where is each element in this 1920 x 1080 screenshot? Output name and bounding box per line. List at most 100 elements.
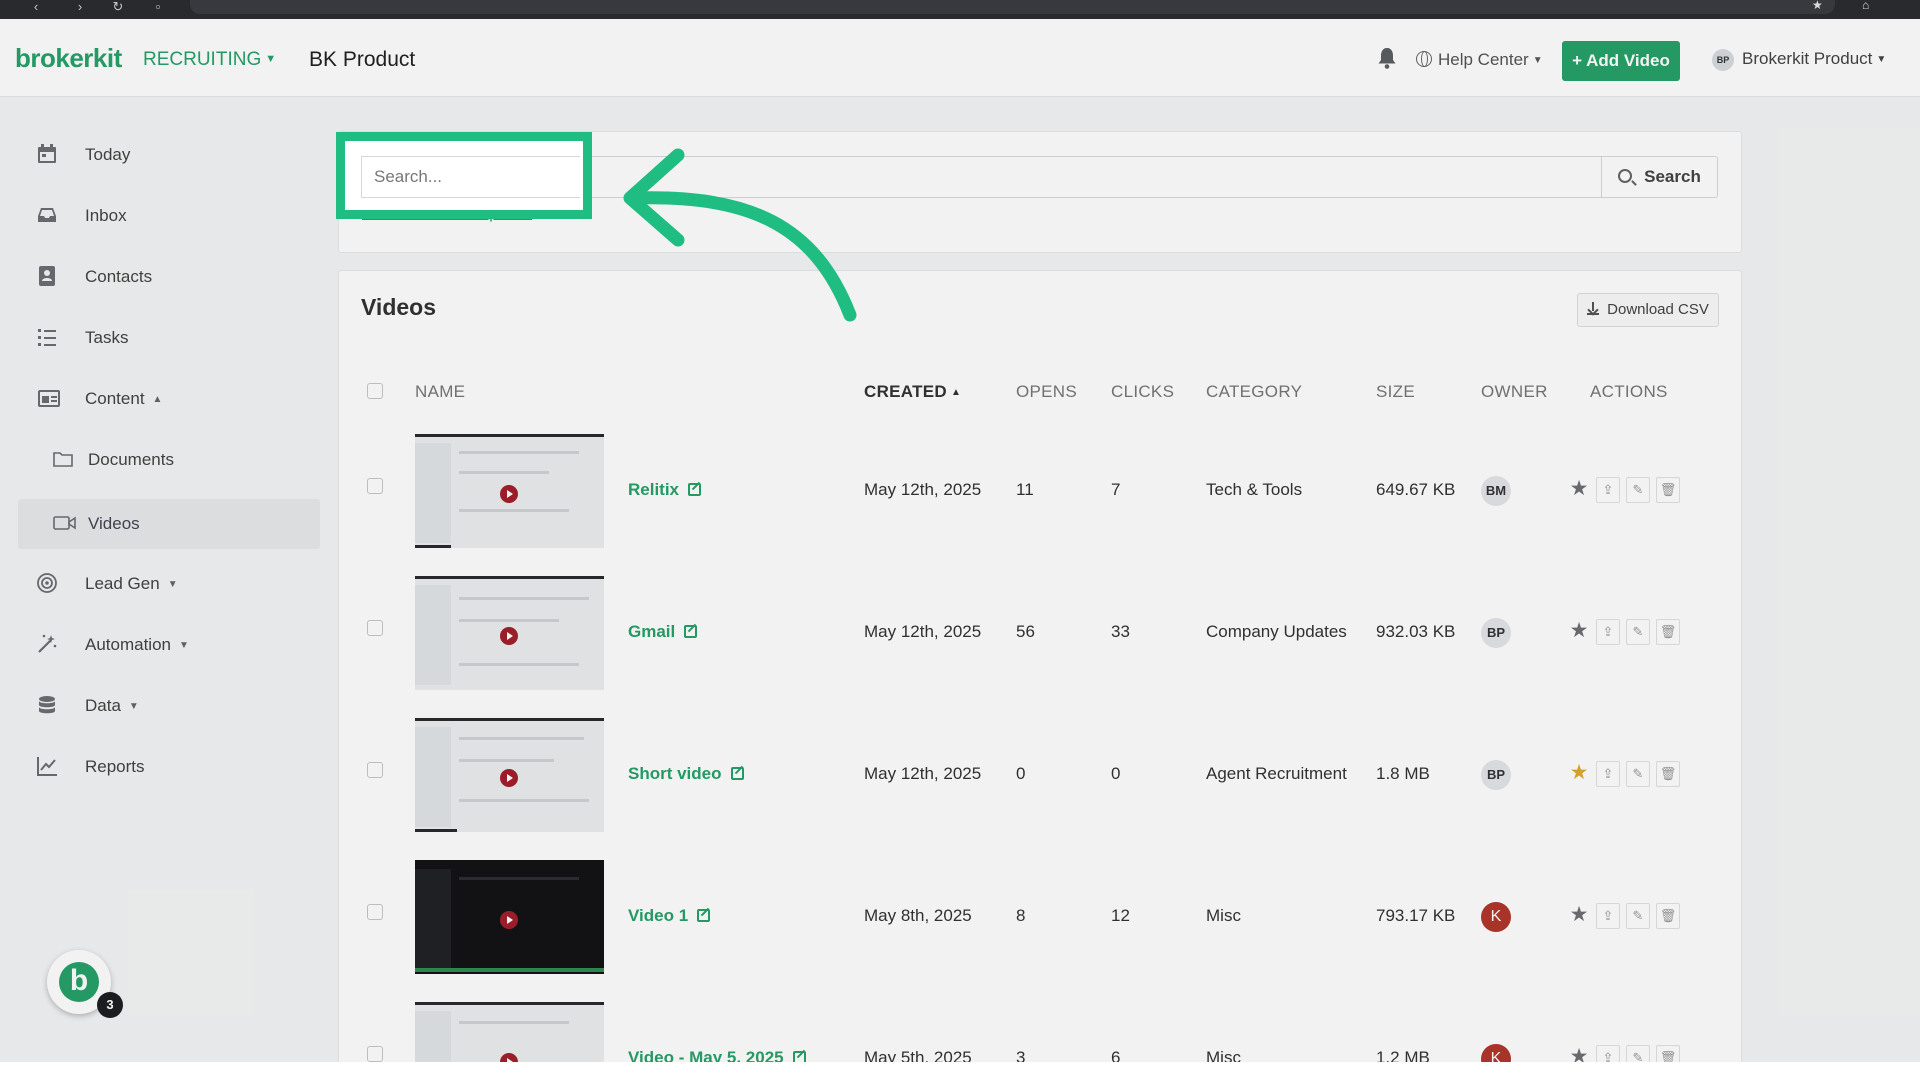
select-all-checkbox[interactable]	[367, 383, 383, 399]
sidebar-item-label: Contacts	[85, 267, 153, 286]
screen: ‹ › ↻ ▫ ★ ⌂ brokerkit RECRUITING ▼ BK Pro…	[0, 0, 1920, 1062]
sidebar-item-label: Automation	[85, 635, 171, 654]
address-bar[interactable]	[190, 0, 1835, 14]
edit-icon[interactable]: ✎	[1626, 619, 1650, 645]
star-icon[interactable]: ★	[1567, 477, 1591, 503]
download-icon	[1587, 302, 1600, 315]
sidebar-item-content[interactable]: Content ▲	[18, 374, 320, 424]
created-date: May 12th, 2025	[864, 764, 982, 783]
chevron-down-icon: ▼	[179, 640, 189, 651]
upload-icon[interactable]: ⇪	[1596, 477, 1620, 503]
user-menu[interactable]: BP Brokerkit Product ▼	[1712, 49, 1886, 71]
sidebar-item-automation[interactable]: Automation ▼	[18, 620, 320, 670]
sidebar-item-label-wrap: Content ▲	[85, 389, 162, 409]
category: Agent Recruitment	[1206, 764, 1347, 783]
forward-icon[interactable]: ›	[72, 0, 88, 19]
thumbnail-content	[415, 968, 604, 972]
edit-icon[interactable]: ✎	[1626, 761, 1650, 787]
row-checkbox[interactable]	[367, 1046, 383, 1062]
database-icon	[39, 696, 55, 714]
sidebar-item-videos[interactable]: Videos	[18, 499, 320, 549]
column-header-owner[interactable]: OWNER	[1481, 382, 1548, 402]
edit-icon[interactable]: ✎	[1626, 477, 1650, 503]
star-icon[interactable]: ★	[1567, 619, 1591, 645]
sidebar-item-label: Videos	[88, 514, 140, 533]
video-thumbnail[interactable]	[415, 860, 604, 974]
search-button[interactable]: Search	[1601, 156, 1718, 198]
edit-icon[interactable]: ✎	[1626, 1045, 1650, 1062]
column-header-created[interactable]: CREATED ▲	[864, 382, 961, 402]
row-checkbox[interactable]	[367, 904, 383, 920]
column-header-name[interactable]: NAME	[415, 382, 465, 402]
sidebar-item-documents[interactable]: Documents	[18, 435, 320, 485]
module-switcher[interactable]: RECRUITING ▼	[143, 49, 276, 71]
sidebar-item-contacts[interactable]: Contacts	[18, 252, 320, 302]
thumbnail-content	[415, 727, 451, 827]
row-checkbox[interactable]	[367, 762, 383, 778]
sidebar-item-lead-gen[interactable]: Lead Gen ▼	[18, 559, 320, 609]
video-name-link[interactable]: Relitix	[628, 480, 702, 500]
trash-icon[interactable]: 🗑	[1656, 903, 1680, 929]
tutorial-arrow-icon	[623, 148, 857, 322]
video-name-link[interactable]: Short video	[628, 764, 744, 784]
sidebar-item-label: Lead Gen	[85, 574, 160, 593]
star-icon[interactable]: ★	[1567, 1045, 1591, 1062]
video-thumbnail[interactable]	[415, 434, 604, 548]
back-icon[interactable]: ‹	[28, 0, 44, 19]
brand-logo[interactable]: brokerkit	[15, 43, 122, 74]
bell-icon[interactable]	[1376, 46, 1398, 70]
sidebar-item-tasks[interactable]: Tasks	[18, 313, 320, 363]
bookmark-icon[interactable]: ★	[1812, 0, 1823, 11]
video-thumbnail[interactable]	[415, 1002, 604, 1062]
video-name-link[interactable]: Video 1	[628, 906, 711, 926]
column-header-clicks[interactable]: CLICKS	[1111, 382, 1174, 402]
thumbnail-content	[459, 471, 549, 474]
video-thumbnail[interactable]	[415, 576, 604, 690]
chart-icon	[37, 757, 57, 776]
column-header-size[interactable]: SIZE	[1376, 382, 1415, 402]
sidebar-item-data[interactable]: Data ▼	[18, 681, 320, 731]
upload-icon[interactable]: ⇪	[1596, 761, 1620, 787]
trash-icon[interactable]: 🗑	[1656, 477, 1680, 503]
chat-widget-button[interactable]: b 3	[47, 950, 123, 1018]
video-icon	[53, 516, 76, 530]
sidebar-item-label-wrap: Lead Gen ▼	[85, 574, 178, 594]
column-header-opens[interactable]: OPENS	[1016, 382, 1077, 402]
created-date: May 8th, 2025	[864, 906, 972, 925]
video-name-link[interactable]: Gmail	[628, 622, 698, 642]
upload-icon[interactable]: ⇪	[1596, 1045, 1620, 1062]
reload-icon[interactable]: ↻	[110, 0, 126, 19]
external-link-icon	[684, 625, 698, 638]
column-header-category[interactable]: CATEGORY	[1206, 382, 1302, 402]
tab-icon[interactable]: ▫	[150, 0, 166, 19]
thumbnail-content	[459, 1021, 569, 1024]
sidebar-item-label: Data	[85, 696, 121, 715]
trash-icon[interactable]: 🗑	[1656, 1045, 1680, 1062]
chevron-down-icon: ▼	[167, 579, 178, 590]
clicks-count: 33	[1111, 622, 1130, 641]
sort-ascending-icon: ▲	[951, 387, 962, 398]
trash-icon[interactable]: 🗑	[1656, 761, 1680, 787]
star-filled-icon[interactable]: ★	[1567, 761, 1591, 787]
sidebar-item-label: Content	[85, 389, 145, 408]
screen-bottom-edge	[0, 1062, 1920, 1080]
sidebar-item-reports[interactable]: Reports	[18, 742, 320, 792]
magic-wand-icon	[38, 634, 57, 653]
upload-icon[interactable]: ⇪	[1596, 903, 1620, 929]
progress-bar	[415, 545, 451, 548]
upload-icon[interactable]: ⇪	[1596, 619, 1620, 645]
video-name: Video - May 5, 2025	[628, 1048, 784, 1062]
row-checkbox[interactable]	[367, 478, 383, 494]
star-icon[interactable]: ★	[1567, 903, 1591, 929]
help-center-menu[interactable]: Help Center ▼	[1416, 50, 1543, 70]
download-csv-button[interactable]: Download CSV	[1577, 293, 1719, 327]
row-checkbox[interactable]	[367, 620, 383, 636]
video-thumbnail[interactable]	[415, 718, 604, 832]
extensions-icon[interactable]: ⌂	[1862, 0, 1869, 11]
sidebar-item-today[interactable]: Today	[18, 130, 320, 180]
trash-icon[interactable]: 🗑	[1656, 619, 1680, 645]
add-video-button[interactable]: + Add Video	[1562, 41, 1680, 81]
video-name-link[interactable]: Video - May 5, 2025	[628, 1048, 806, 1062]
edit-icon[interactable]: ✎	[1626, 903, 1650, 929]
sidebar-item-inbox[interactable]: Inbox	[18, 191, 320, 241]
